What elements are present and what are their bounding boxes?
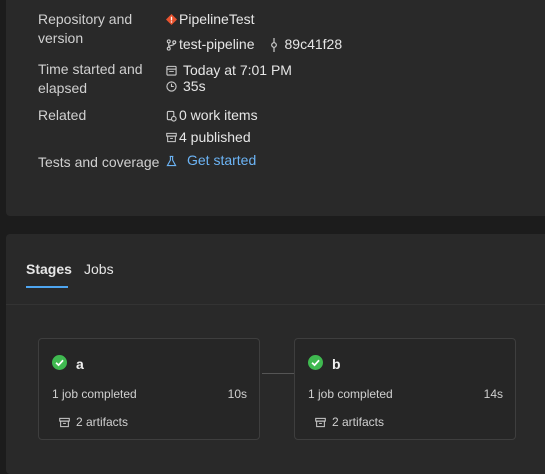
commit-icon — [270, 37, 277, 52]
elapsed-value: 35s — [166, 77, 206, 96]
tabs-divider — [6, 304, 545, 305]
active-tab-indicator — [26, 286, 68, 288]
artifact-icon — [59, 417, 70, 427]
stage-artifacts[interactable]: 2 artifacts — [315, 415, 384, 429]
artifact-icon — [315, 417, 326, 427]
stage-jobs-status: 1 job completed — [52, 387, 137, 401]
get-started-link[interactable]: Get started — [187, 151, 256, 170]
stage-artifacts[interactable]: 2 artifacts — [59, 415, 128, 429]
stage-duration: 14s — [483, 387, 503, 401]
run-summary-card: Repository and version PipelineTest test… — [6, 0, 545, 216]
clock-icon — [166, 81, 177, 92]
stage-card-a[interactable]: a 1 job completed 10s 2 artifacts — [38, 338, 260, 440]
stage-name: b — [332, 356, 341, 372]
stage-name: a — [76, 356, 84, 372]
calendar-icon — [166, 65, 177, 76]
time-label: Time started and elapsed — [38, 61, 143, 96]
repository-name[interactable]: PipelineTest — [179, 10, 255, 29]
related-label: Related — [38, 107, 87, 123]
branch-name[interactable]: test-pipeline — [179, 35, 255, 54]
work-item-icon — [166, 110, 177, 122]
work-items-value[interactable]: 0 work items — [166, 106, 258, 125]
tab-jobs[interactable]: Jobs — [84, 261, 114, 277]
tests-label: Tests and coverage — [38, 154, 160, 170]
success-check-icon — [52, 355, 67, 370]
repo-icon — [166, 14, 177, 25]
version-value: test-pipeline 89c41f28 — [166, 35, 342, 54]
repository-value[interactable]: PipelineTest — [166, 10, 255, 29]
tab-stages[interactable]: Stages — [26, 261, 72, 277]
repository-label: Repository and version — [38, 11, 133, 46]
stage-duration: 10s — [227, 387, 247, 401]
tests-value[interactable]: Get started — [166, 151, 256, 170]
beaker-icon — [166, 155, 177, 166]
published-value[interactable]: 4 published — [166, 128, 251, 147]
success-check-icon — [308, 355, 323, 370]
stages-card: Stages Jobs a 1 job completed 10s 2 arti… — [6, 234, 545, 474]
stage-card-b[interactable]: b 1 job completed 14s 2 artifacts — [294, 338, 516, 440]
commit-hash[interactable]: 89c41f28 — [285, 35, 343, 54]
stage-jobs-status: 1 job completed — [308, 387, 393, 401]
artifact-icon — [166, 132, 177, 143]
branch-icon — [166, 38, 177, 51]
stage-connector — [262, 373, 294, 374]
